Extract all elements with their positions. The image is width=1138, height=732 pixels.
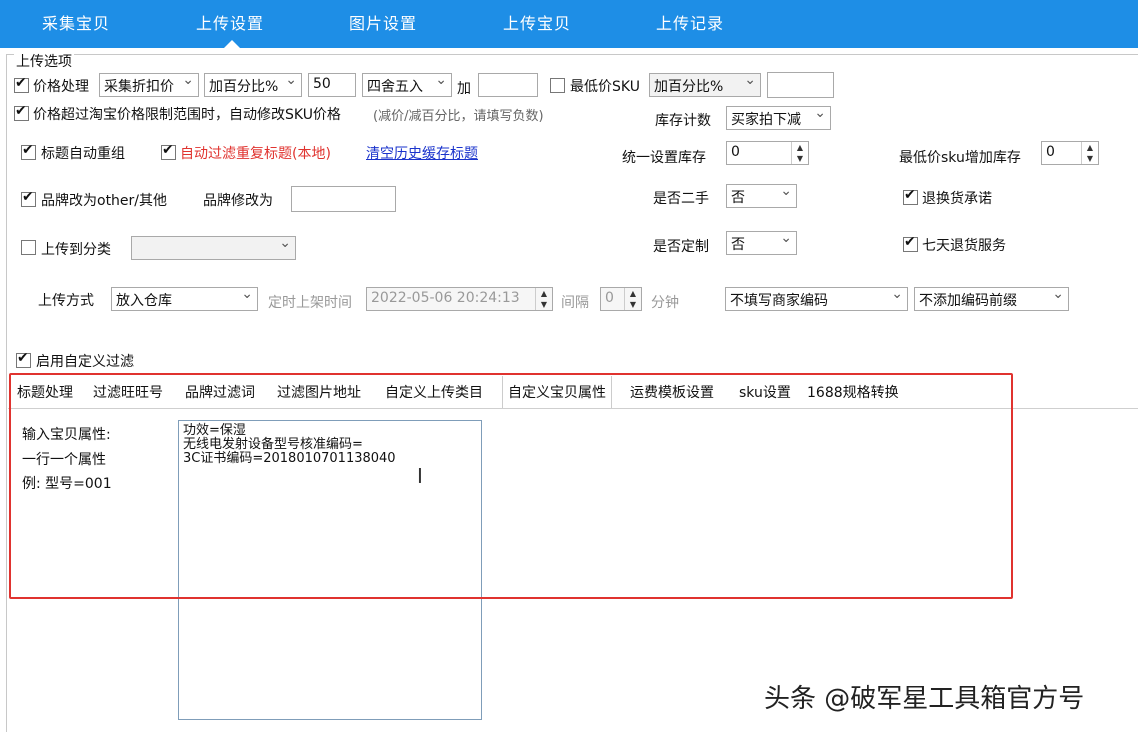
min-sku-value-input[interactable] — [767, 72, 834, 98]
unified-stock-value: 0 — [731, 144, 740, 160]
brand-other-label: 品牌改为other/其他 — [41, 193, 168, 209]
timer-spinner[interactable]: 2022-05-06 20:24:13 ▲ ▼ — [366, 287, 553, 311]
active-tab-indicator — [224, 40, 240, 48]
over-limit-checkbox[interactable] — [14, 103, 29, 121]
stock-count-label: 库存计数 — [655, 113, 711, 129]
over-limit-label: 价格超过淘宝价格限制范围时，自动修改SKU价格 — [33, 107, 341, 123]
timer-label: 定时上架时间 — [268, 295, 352, 311]
top-nav: 采集宝贝 上传设置 图片设置 上传宝贝 上传记录 — [0, 0, 1138, 48]
interval-value: 0 — [605, 290, 614, 306]
interval-label: 间隔 — [561, 295, 589, 311]
return-promise-label: 退换货承诺 — [922, 191, 992, 207]
dedupe-title-label: 自动过滤重复标题(本地) — [180, 146, 331, 162]
brand-change-input[interactable] — [291, 186, 396, 212]
seven-day-checkbox[interactable] — [903, 234, 918, 252]
unified-stock-spinner[interactable]: 0 ▲ ▼ — [726, 141, 809, 165]
clear-cache-link[interactable]: 清空历史缓存标题 — [366, 143, 478, 163]
spinner-arrows-icon[interactable]: ▲ ▼ — [791, 142, 808, 164]
add-label: 加 — [457, 81, 471, 97]
price-method-select[interactable]: 加百分比% — [204, 73, 302, 97]
seven-day-label: 七天退货服务 — [922, 238, 1006, 254]
nav-tab-collect[interactable]: 采集宝贝 — [42, 10, 110, 34]
title-regroup-label: 标题自动重组 — [41, 146, 125, 162]
rounding-select[interactable]: 四舍五入 — [362, 73, 452, 97]
min-sku-checkbox[interactable] — [550, 78, 565, 93]
nav-tab-upload-items[interactable]: 上传宝贝 — [503, 10, 571, 34]
second-hand-select[interactable]: 否 — [726, 184, 797, 208]
upload-category-label: 上传到分类 — [41, 242, 111, 258]
custom-filter-label: 启用自定义过滤 — [36, 354, 134, 370]
unified-stock-label: 统一设置库存 — [622, 150, 706, 166]
highlight-box — [9, 373, 1013, 599]
return-promise-checkbox[interactable] — [903, 187, 918, 205]
spinner-arrows-icon[interactable]: ▲ ▼ — [1081, 142, 1098, 164]
watermark: 头条 @破军星工具箱官方号 — [764, 684, 1085, 714]
spinner-arrows-icon[interactable]: ▲ ▼ — [624, 288, 641, 310]
custom-filter-checkbox[interactable] — [16, 350, 31, 368]
merchant-code-select[interactable]: 不填写商家编码 — [725, 287, 908, 311]
dedupe-title-checkbox[interactable] — [161, 142, 176, 160]
upload-method-select[interactable]: 放入仓库 — [111, 287, 258, 311]
price-process-label: 价格处理 — [33, 79, 89, 95]
add-value-input[interactable] — [478, 73, 538, 97]
price-mode-select[interactable]: 采集折扣价 — [99, 73, 199, 97]
upload-category-select[interactable] — [131, 236, 296, 260]
title-regroup-checkbox[interactable] — [21, 142, 36, 160]
brand-other-checkbox[interactable] — [21, 189, 36, 207]
upload-method-label: 上传方式 — [38, 293, 94, 309]
group-title: 上传选项 — [14, 51, 74, 71]
price-value-input[interactable]: 50 — [308, 73, 356, 97]
over-limit-hint: (减价/减百分比，请填写负数) — [373, 109, 544, 124]
nav-tab-upload-log[interactable]: 上传记录 — [656, 10, 724, 34]
second-hand-label: 是否二手 — [653, 191, 709, 207]
interval-spinner[interactable]: 0 ▲ ▼ — [600, 287, 642, 311]
timer-value: 2022-05-06 20:24:13 — [371, 290, 520, 306]
custom-made-label: 是否定制 — [653, 239, 709, 255]
nav-tab-upload-settings[interactable]: 上传设置 — [196, 10, 264, 34]
price-process-checkbox[interactable] — [14, 75, 29, 93]
min-sku-stock-value: 0 — [1046, 144, 1055, 160]
custom-made-select[interactable]: 否 — [726, 231, 797, 255]
nav-tab-image-settings[interactable]: 图片设置 — [349, 10, 417, 34]
spinner-arrows-icon[interactable]: ▲ ▼ — [535, 288, 552, 310]
min-sku-label: 最低价SKU — [570, 79, 640, 95]
minute-label: 分钟 — [651, 295, 679, 311]
min-sku-method-select[interactable]: 加百分比% — [649, 73, 761, 97]
min-sku-stock-label: 最低价sku增加库存 — [899, 150, 1021, 166]
stock-count-select[interactable]: 买家拍下减 — [726, 106, 831, 130]
code-prefix-select[interactable]: 不添加编码前缀 — [914, 287, 1069, 311]
min-sku-stock-spinner[interactable]: 0 ▲ ▼ — [1041, 141, 1099, 165]
upload-category-checkbox[interactable] — [21, 240, 36, 255]
brand-change-label: 品牌修改为 — [203, 193, 273, 209]
